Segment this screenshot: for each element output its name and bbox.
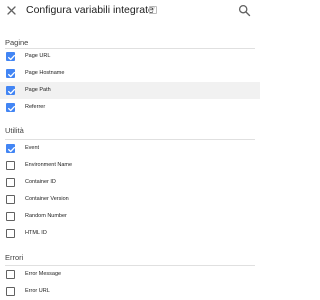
variable-label: Page Path xyxy=(25,87,51,93)
checkbox-checked[interactable] xyxy=(6,69,15,78)
variable-label: Event xyxy=(25,145,40,151)
search-button[interactable] xyxy=(238,4,251,17)
check-icon xyxy=(7,105,15,111)
checkbox[interactable] xyxy=(6,229,15,238)
variable-row-environment-name[interactable]: Environment Name xyxy=(0,157,260,174)
variable-row-error-url[interactable]: Error URL xyxy=(0,283,260,300)
variable-row-event[interactable]: Event xyxy=(0,140,260,157)
check-icon xyxy=(7,71,15,77)
variable-label: Referrer xyxy=(25,104,46,110)
variable-row-page-url[interactable]: Page URL xyxy=(0,48,260,65)
variable-row-referrer[interactable]: Referrer xyxy=(0,99,260,116)
variable-label: Error Message xyxy=(25,271,62,277)
checkbox[interactable] xyxy=(6,178,15,187)
checkbox[interactable] xyxy=(6,195,15,204)
check-icon xyxy=(7,54,15,60)
checkbox[interactable] xyxy=(6,161,15,170)
check-icon xyxy=(7,146,15,152)
section-title-pagine: Pagine xyxy=(5,38,29,47)
checkbox-checked[interactable] xyxy=(6,86,15,95)
variable-label: Environment Name xyxy=(25,162,73,168)
variable-label: Error URL xyxy=(25,288,50,294)
variable-label: Random Number xyxy=(25,213,67,219)
dialog-header: Configura variabili integrate ? xyxy=(0,0,260,22)
page-title: Configura variabili integrate xyxy=(26,4,154,16)
checkbox[interactable] xyxy=(6,212,15,221)
variable-label: HTML ID xyxy=(25,230,47,236)
variable-label: Page URL xyxy=(25,53,51,59)
section-title-errori: Errori xyxy=(5,253,24,262)
variable-row-html-id[interactable]: HTML ID xyxy=(0,225,260,242)
variable-row-random-number[interactable]: Random Number xyxy=(0,208,260,225)
checkbox-checked[interactable] xyxy=(6,103,15,112)
checkbox-checked[interactable] xyxy=(6,144,15,153)
checkbox[interactable] xyxy=(6,270,15,279)
variable-row-container-id[interactable]: Container ID xyxy=(0,174,260,191)
help-glyph: ? xyxy=(151,7,155,13)
checkbox[interactable] xyxy=(6,287,15,296)
close-button[interactable] xyxy=(5,4,18,17)
check-icon xyxy=(7,88,15,94)
variable-row-page-path[interactable]: Page Path xyxy=(0,82,260,99)
section-title-utilita: Utilità xyxy=(5,126,24,135)
variable-label: Container ID xyxy=(25,179,56,185)
search-icon xyxy=(238,4,251,17)
checkbox-checked[interactable] xyxy=(6,52,15,61)
variable-row-container-version[interactable]: Container Version xyxy=(0,191,260,208)
variable-row-page-hostname[interactable]: Page Hostname xyxy=(0,65,260,82)
variable-label: Page Hostname xyxy=(25,70,65,76)
variable-label: Container Version xyxy=(25,196,69,202)
close-icon xyxy=(7,6,16,15)
variable-row-error-message[interactable]: Error Message xyxy=(0,266,260,283)
help-icon[interactable]: ? xyxy=(149,6,157,14)
